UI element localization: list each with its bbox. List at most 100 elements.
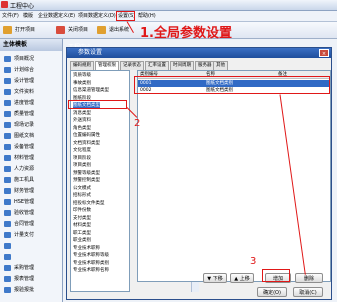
module-icon (4, 188, 11, 194)
sidebar-item[interactable]: 报验报批 (2, 285, 60, 295)
exit-system-button[interactable]: 退出系统 (97, 24, 129, 36)
open-project-button[interactable]: 打开项目 (3, 24, 35, 36)
tab-record-status[interactable]: 记录状态 (120, 61, 144, 70)
tree-item[interactable]: 职工类型 (73, 230, 91, 237)
tab-server[interactable]: 服务器 (195, 61, 215, 70)
sidebar-item[interactable]: 设备管理 (2, 142, 60, 152)
tree-item[interactable]: 项目类别 (73, 162, 91, 169)
tree-item[interactable]: 位置编码属性 (73, 132, 100, 139)
sidebar-item[interactable]: 项目概况 (2, 54, 60, 64)
menu-project-data[interactable]: 项目数据定义(D) (78, 12, 116, 20)
move-down-button[interactable]: ▼ 下移 (203, 273, 227, 283)
dialog-close-button[interactable]: × (319, 49, 329, 57)
tree-item[interactable]: 项目阶段 (73, 155, 91, 162)
module-icon (4, 100, 11, 106)
annotation-box-tree-item (68, 100, 127, 109)
tree-item[interactable]: 专业技术职称名称 (73, 267, 109, 274)
menu-bar: 文件(F) 模版 企业数据定义(E) 项目数据定义(D) 设置(S) 帮助(H) (0, 11, 337, 22)
tree-item[interactable]: 文档资料类型 (73, 140, 100, 147)
sidebar-item[interactable]: HSE管理 (2, 197, 60, 207)
sidebar-item[interactable]: 施工机具 (2, 175, 60, 185)
sidebar-item[interactable]: 材料管理 (2, 153, 60, 163)
arrow-up-icon: ▲ (234, 276, 239, 282)
tree-item[interactable]: 信息渠道管理类型 (73, 87, 109, 94)
tree-item[interactable]: 资质等级 (73, 72, 91, 79)
close-project-icon (56, 26, 65, 34)
tree-item[interactable]: 预警等级类型 (73, 170, 100, 177)
tree-item[interactable]: 文化程度 (73, 147, 91, 154)
sidebar-item[interactable]: 现场记录 (2, 120, 60, 130)
tree-item[interactable]: 消息类型 (73, 110, 91, 117)
tree-item[interactable]: 事故类别 (73, 80, 91, 87)
sidebar-item[interactable]: 人力资源 (2, 164, 60, 174)
tree-item[interactable]: 公文模式 (73, 185, 91, 192)
module-icon (4, 232, 11, 238)
module-icon (4, 243, 11, 249)
tab-other[interactable]: 其他 (213, 61, 228, 70)
tree-item[interactable]: 专业技术职称等级 (73, 252, 109, 259)
module-icon (4, 89, 11, 95)
sidebar-item[interactable]: 财务管理 (2, 186, 60, 196)
sidebar-item[interactable]: 采购管理 (2, 263, 60, 273)
tree-item[interactable]: 招投标文件类型 (73, 200, 105, 207)
menu-file[interactable]: 文件(F) (2, 12, 19, 20)
tree-item[interactable]: 预警控制类型 (73, 177, 100, 184)
tree-item[interactable]: 专业技术职称 (73, 245, 100, 252)
sidebar-item-label: 材料管理 (14, 155, 35, 161)
menu-enterprise-data[interactable]: 企业数据定义(E) (38, 12, 75, 20)
sidebar-item[interactable] (2, 241, 60, 251)
tab-coding-rules[interactable]: 编码规则 (70, 61, 94, 70)
sidebar-item-label: 现场记录 (14, 122, 35, 128)
module-icon (4, 67, 11, 73)
sidebar-title: 主体模板 (0, 39, 62, 51)
module-icon (4, 78, 11, 84)
tab-management-permissions[interactable]: 管理权限 (95, 61, 119, 70)
module-icon (4, 155, 11, 161)
sidebar-item-label: 质量管理 (14, 111, 35, 117)
app-titlebar: 工程中心 (0, 0, 337, 11)
annotation-step1: 1.全局参数设置 (140, 26, 232, 41)
sidebar-item[interactable]: 图纸文档 (2, 131, 60, 141)
sidebar-item-label: 人力资源 (14, 166, 35, 172)
sidebar-item[interactable]: 文件资料 (2, 87, 60, 97)
tree-item[interactable]: 职业类别 (73, 237, 91, 244)
tree-item[interactable]: 招标形式 (73, 192, 91, 199)
tree-item[interactable]: 专业技术职称类别 (73, 260, 109, 267)
sidebar-item[interactable]: 计划综合 (2, 65, 60, 75)
tab-time-period[interactable]: 时间周期 (170, 61, 194, 70)
tab-exchange-rate[interactable]: 汇率设置 (145, 61, 169, 70)
sidebar-item[interactable]: 进度管理 (2, 98, 60, 108)
module-icon (4, 177, 11, 183)
menu-template[interactable]: 模版 (23, 12, 33, 20)
tree-item[interactable]: 外送资料 (73, 117, 91, 124)
sidebar-item-label: 设计管理 (14, 78, 35, 84)
annotation-box-add-button (262, 269, 290, 282)
tree-item[interactable]: 印件份数 (73, 207, 91, 214)
sidebar-item-label: 进度管理 (14, 100, 35, 106)
sidebar-item[interactable]: 验收管理 (2, 208, 60, 218)
sidebar-item-label: 合同管理 (14, 221, 35, 227)
tree-item[interactable]: 支付类型 (73, 215, 91, 222)
annotation-step3: 3 (250, 256, 257, 267)
move-up-button[interactable]: ▲ 上移 (230, 273, 254, 283)
sidebar-item-label: HSE管理 (14, 199, 35, 205)
dialog-titlebar: 参数设置 × (67, 48, 331, 58)
close-project-button[interactable]: 关闭项目 (56, 24, 88, 36)
sidebar-item[interactable]: 设计管理 (2, 76, 60, 86)
sidebar-item-label: 报验报批 (14, 287, 35, 293)
app-logo-icon (1, 1, 8, 8)
cancel-button[interactable]: 取消(C) (293, 287, 323, 297)
tree-item[interactable]: 材料类型 (73, 222, 91, 229)
delete-button[interactable]: 删除 (295, 273, 323, 283)
menu-help[interactable]: 帮助(H) (138, 12, 156, 20)
sidebar-item[interactable]: 合同管理 (2, 219, 60, 229)
sidebar-item[interactable]: 质量管理 (2, 109, 60, 119)
sidebar-item[interactable]: 报表管理 (2, 274, 60, 284)
sidebar-item-label: 计划综合 (14, 67, 35, 73)
sidebar-item-label: 验收管理 (14, 210, 35, 216)
sidebar-item[interactable] (2, 252, 60, 262)
tree-item[interactable]: 角色类型 (73, 125, 91, 132)
annotation-box-settings-menu (116, 11, 135, 21)
sidebar-item[interactable]: 计量支付 (2, 230, 60, 240)
ok-button[interactable]: 确定(O) (257, 287, 287, 297)
